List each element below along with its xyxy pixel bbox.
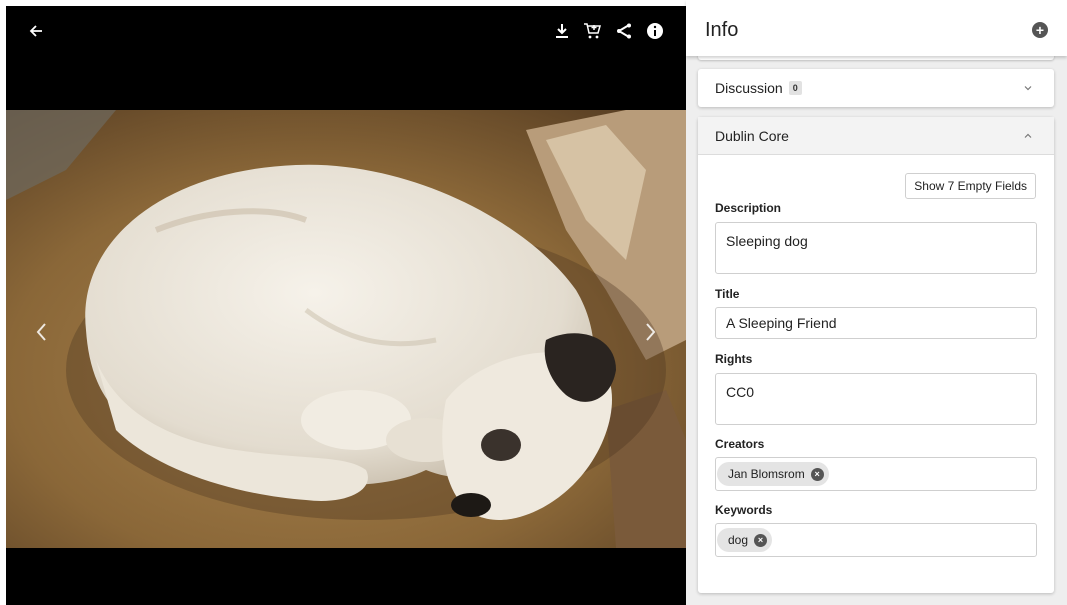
dog-photo: [6, 110, 686, 548]
dublin-core-label: Dublin Core: [715, 127, 789, 144]
keyword-chip: dog ×: [717, 528, 773, 552]
dublin-core-card: Dublin Core Show 7 Empty Fields Descript…: [698, 117, 1054, 593]
show-empty-fields-button[interactable]: Show 7 Empty Fields: [905, 173, 1036, 199]
dublin-core-header[interactable]: Dublin Core: [698, 117, 1054, 155]
keyword-chip-label: dog: [728, 533, 749, 547]
discussion-count-badge: 0: [788, 81, 802, 95]
add-icon[interactable]: +: [1032, 22, 1048, 38]
description-label: Description: [715, 201, 782, 215]
keywords-label: Keywords: [715, 503, 773, 517]
add-to-cart-icon[interactable]: [581, 20, 603, 42]
chevron-left-icon[interactable]: [28, 312, 54, 352]
creators-field[interactable]: Jan Blomsrom ×: [715, 457, 1037, 491]
discussion-label: Discussion: [715, 80, 783, 96]
remove-chip-icon[interactable]: ×: [754, 533, 768, 547]
rights-field[interactable]: CC0: [715, 373, 1037, 425]
chevron-right-icon[interactable]: [638, 312, 664, 352]
chevron-down-icon: [1024, 86, 1032, 91]
share-icon[interactable]: [613, 20, 635, 42]
chevron-up-icon: [1024, 133, 1032, 138]
download-icon[interactable]: [551, 20, 573, 42]
title-label: Title: [715, 287, 740, 301]
info-panel: Info + Discussion 0 Dublin Core Show 7 E…: [686, 0, 1067, 605]
discussion-header[interactable]: Discussion 0: [698, 69, 1054, 107]
info-panel-header: Info +: [686, 0, 1067, 56]
arrow-left-icon[interactable]: [25, 20, 47, 42]
creator-chip-label: Jan Blomsrom: [728, 467, 805, 481]
rights-label: Rights: [715, 352, 753, 366]
remove-chip-icon[interactable]: ×: [810, 467, 824, 481]
info-icon[interactable]: [644, 20, 666, 42]
creator-chip: Jan Blomsrom ×: [717, 462, 829, 486]
discussion-card: Discussion 0: [698, 69, 1054, 107]
panel-title: Info: [705, 19, 739, 41]
image-viewer: [6, 6, 686, 605]
title-field[interactable]: A Sleeping Friend: [715, 307, 1037, 339]
keywords-field[interactable]: dog ×: [715, 523, 1037, 557]
creators-label: Creators: [715, 437, 765, 451]
description-field[interactable]: Sleeping dog: [715, 222, 1037, 274]
